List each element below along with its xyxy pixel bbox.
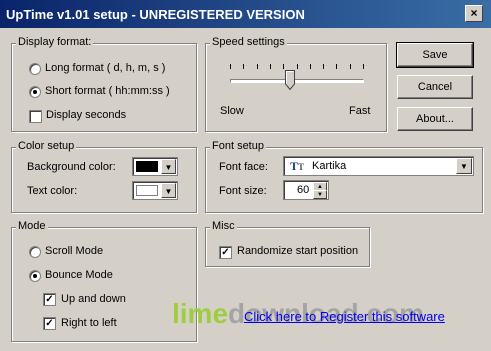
speed-legend: Speed settings [210, 36, 287, 48]
slow-label: Slow [220, 105, 244, 117]
text-color-swatch [136, 185, 158, 196]
right-to-left-label[interactable]: Right to left [61, 317, 117, 329]
up-and-down-label[interactable]: Up and down [61, 293, 126, 305]
radio-long-format[interactable] [29, 63, 41, 75]
slider-thumb[interactable] [285, 70, 296, 91]
slider-tick [349, 64, 351, 69]
display-format-legend: Display format: [16, 36, 94, 48]
long-format-label[interactable]: Long format ( d, h, m, s ) [45, 62, 165, 74]
font-face-value: Kartika [312, 160, 347, 172]
fast-label: Fast [349, 105, 371, 117]
spin-down-icon[interactable]: ▼ [313, 190, 327, 199]
slider-tick [283, 64, 285, 69]
save-button[interactable]: Save [396, 42, 474, 68]
short-format-label[interactable]: Short format ( hh:mm:ss ) [45, 85, 170, 97]
randomize-label[interactable]: Randomize start position [237, 245, 358, 257]
font-size-label: Font size: [219, 185, 267, 197]
close-button[interactable]: × [465, 5, 483, 22]
slider-ticks [230, 64, 364, 70]
background-color-picker[interactable]: ▼ [132, 157, 178, 176]
text-color-picker[interactable]: ▼ [132, 181, 178, 200]
background-color-swatch [136, 161, 158, 172]
slider-tick [309, 64, 311, 69]
text-color-label: Text color: [27, 185, 78, 197]
right-to-left-checkbox[interactable]: ✓ [43, 317, 56, 330]
randomize-checkbox[interactable]: ✓ [219, 246, 232, 259]
font-face-select[interactable]: TT Kartika ▼ [283, 156, 474, 176]
window-title: UpTime v1.01 setup - UNREGISTERED VERSIO… [6, 7, 305, 22]
bounce-mode-label[interactable]: Bounce Mode [45, 269, 113, 281]
mode-legend: Mode [16, 220, 48, 232]
slider-tick [336, 64, 338, 69]
background-color-label: Background color: [27, 161, 116, 173]
slider-tick [363, 64, 364, 69]
radio-short-format[interactable] [29, 86, 41, 98]
color-setup-legend: Color setup [16, 140, 77, 152]
slider-tick [323, 64, 325, 69]
speed-group [205, 43, 387, 132]
chevron-down-icon[interactable]: ▼ [456, 158, 472, 174]
slider-tick [230, 64, 231, 69]
display-seconds-label[interactable]: Display seconds [46, 109, 126, 121]
register-link[interactable]: Click here to Register this software [244, 309, 445, 324]
truetype-icon: TT [290, 159, 305, 173]
radio-bounce-mode[interactable] [29, 270, 41, 282]
up-and-down-checkbox[interactable]: ✓ [43, 293, 56, 306]
slider-tick [269, 64, 271, 69]
slider-tick [256, 64, 258, 69]
slider-tick [243, 64, 245, 69]
slider-track[interactable] [230, 79, 364, 83]
cancel-button[interactable]: Cancel [397, 75, 473, 99]
font-size-stepper[interactable]: 60 ▲ ▼ [283, 180, 329, 200]
radio-scroll-mode[interactable] [29, 246, 41, 258]
font-setup-legend: Font setup [210, 140, 266, 152]
font-face-label: Font face: [219, 161, 268, 173]
slider-tick [296, 64, 298, 69]
about-button[interactable]: About... [397, 107, 473, 131]
display-seconds-checkbox[interactable] [29, 110, 42, 123]
chevron-down-icon[interactable]: ▼ [161, 159, 176, 174]
misc-legend: Misc [210, 220, 237, 232]
scroll-mode-label[interactable]: Scroll Mode [45, 245, 103, 257]
font-size-value: 60 [297, 184, 310, 196]
chevron-down-icon[interactable]: ▼ [161, 183, 176, 198]
